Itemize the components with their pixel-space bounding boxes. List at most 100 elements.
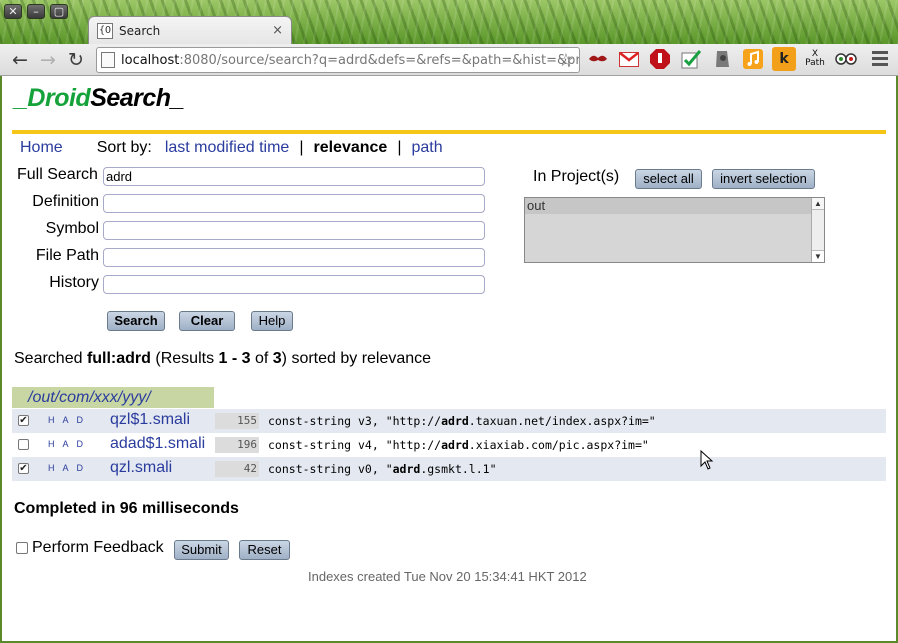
submit-button[interactable]: Submit xyxy=(174,540,229,560)
url-rest: :8080/source/search?q=adrd&defs=&refs=&p… xyxy=(179,52,580,68)
summary-range: 1 - 3 xyxy=(218,350,251,367)
result-file-link[interactable]: qzl$1.smali xyxy=(110,411,190,429)
bookmark-star-icon[interactable]: ☆ xyxy=(558,50,574,71)
result-checkbox[interactable]: ✔ xyxy=(18,415,29,426)
result-history-annotate-download-links[interactable]: H A D xyxy=(48,439,86,449)
invert-selection-button[interactable]: invert selection xyxy=(712,169,815,189)
results-directory-header[interactable]: /out/com/xxx/yyy/ xyxy=(12,387,214,408)
itunes-icon[interactable] xyxy=(741,47,765,71)
tab-close-icon[interactable]: × xyxy=(272,23,283,38)
in-projects-label: In Project(s) xyxy=(533,168,620,185)
symbol-label: Symbol xyxy=(45,220,99,237)
result-code-snippet[interactable]: const-string v4, "http://adrd.xiaxiab.co… xyxy=(268,438,649,452)
code-match: adrd xyxy=(392,462,421,476)
maximize-window-button[interactable]: ▢ xyxy=(50,4,68,19)
sort-last-modified-link[interactable]: last modified time xyxy=(165,139,290,157)
reset-button[interactable]: Reset xyxy=(239,540,290,560)
page-viewport: _DroidSearch_ Home Sort by: last modifie… xyxy=(2,76,896,641)
code-before: const-string v4, "http:// xyxy=(268,438,442,452)
select-all-button[interactable]: select all xyxy=(635,169,702,189)
result-file-link[interactable]: qzl.smali xyxy=(110,459,172,477)
nav-bar: Home Sort by: last modified time | relev… xyxy=(20,139,443,157)
history-input[interactable] xyxy=(103,275,485,294)
droidsearch-logo[interactable]: _DroidSearch_ xyxy=(14,84,185,113)
logo-droid: Droid xyxy=(27,84,91,112)
result-code-snippet[interactable]: const-string v3, "http://adrd.taxuan.net… xyxy=(268,414,656,428)
results-summary: Searched full:adrd (Results 1 - 3 of 3) … xyxy=(14,350,431,368)
logo-prefix: _ xyxy=(14,84,28,112)
url-host: localhost xyxy=(121,52,180,68)
history-label: History xyxy=(49,274,99,291)
url-text: localhost:8080/source/search?q=adrd&defs… xyxy=(121,52,580,68)
code-match: adrd xyxy=(441,414,469,428)
project-list[interactable]: out ▲ ▼ xyxy=(524,197,825,263)
search-button[interactable]: Search xyxy=(107,311,165,331)
perform-feedback-checkbox[interactable] xyxy=(16,542,28,554)
code-after: .taxuan.net/index.aspx?im=" xyxy=(468,414,656,428)
code-after: .xiaxiab.com/pic.aspx?im=" xyxy=(468,438,649,452)
adblock-icon[interactable] xyxy=(648,47,672,71)
browser-tab[interactable]: {O Search × xyxy=(88,16,292,44)
help-button[interactable]: Help xyxy=(251,311,293,331)
sort-relevance-current: relevance xyxy=(313,139,388,156)
summary-prefix: Searched xyxy=(14,350,87,367)
logo-search: Search xyxy=(90,84,171,112)
close-window-button[interactable]: ✕ xyxy=(4,4,22,19)
code-before: const-string v0, " xyxy=(268,462,393,476)
perform-feedback-label: Perform Feedback xyxy=(32,539,164,556)
project-option[interactable]: out xyxy=(525,198,811,214)
result-line-number[interactable]: 155 xyxy=(215,413,259,429)
xpath-icon[interactable]: X Path xyxy=(803,47,827,71)
mustache-icon[interactable] xyxy=(586,47,610,71)
reload-icon[interactable]: ↻ xyxy=(64,48,88,72)
code-match: adrd xyxy=(441,438,469,452)
home-link[interactable]: Home xyxy=(20,139,63,157)
definition-label: Definition xyxy=(32,193,99,210)
page-icon xyxy=(101,52,115,68)
project-list-scrollbar[interactable]: ▲ ▼ xyxy=(811,198,824,262)
sort-by-label: Sort by: xyxy=(96,139,152,156)
summary-suffix: ) sorted by relevance xyxy=(281,350,432,367)
sort-path-link[interactable]: path xyxy=(411,139,442,157)
result-row: H A D adad$1.smali 196 const-string v4, … xyxy=(12,433,886,457)
file-path-label: File Path xyxy=(35,247,99,264)
k-icon[interactable]: k xyxy=(772,47,796,71)
gmail-icon[interactable] xyxy=(617,47,641,71)
browser-toolbar: ← → ↻ localhost:8080/source/search?q=adr… xyxy=(0,44,898,76)
browser-menu-icon[interactable] xyxy=(872,51,888,69)
mouse-cursor-icon xyxy=(700,450,714,470)
definition-input[interactable] xyxy=(103,194,485,213)
address-bar[interactable]: localhost:8080/source/search?q=adrd&defs… xyxy=(96,47,580,73)
completion-time-text: Completed in 96 milliseconds xyxy=(14,500,239,517)
symbol-input[interactable] xyxy=(103,221,485,240)
tab-favicon-icon: {O xyxy=(97,22,113,39)
result-checkbox[interactable] xyxy=(18,439,29,450)
result-file-link[interactable]: adad$1.smali xyxy=(110,435,205,453)
owl-icon[interactable] xyxy=(834,47,858,71)
extension-icons: k X Path xyxy=(586,47,858,71)
clear-button[interactable]: Clear xyxy=(179,311,235,331)
full-search-input[interactable] xyxy=(103,167,485,186)
result-history-annotate-download-links[interactable]: H A D xyxy=(48,463,86,473)
file-path-input[interactable] xyxy=(103,248,485,267)
forward-arrow-icon[interactable]: → xyxy=(36,48,60,72)
nav-separator: | xyxy=(299,139,304,156)
minimize-window-button[interactable]: – xyxy=(27,4,45,19)
result-row: ✔ H A D qzl$1.smali 155 const-string v3,… xyxy=(12,409,886,433)
result-history-annotate-download-links[interactable]: H A D xyxy=(48,415,86,425)
back-arrow-icon[interactable]: ← xyxy=(8,48,32,72)
summary-total: 3 xyxy=(272,350,282,367)
checkmark-icon[interactable] xyxy=(679,47,703,71)
header-divider xyxy=(12,130,886,134)
summary-of: of xyxy=(250,350,273,367)
scroll-up-icon[interactable]: ▲ xyxy=(812,198,824,210)
result-line-number[interactable]: 42 xyxy=(215,461,259,477)
scroll-down-icon[interactable]: ▼ xyxy=(812,250,824,262)
nav-separator: | xyxy=(397,139,402,156)
evernote-icon[interactable] xyxy=(710,47,734,71)
result-checkbox[interactable]: ✔ xyxy=(18,463,29,474)
result-code-snippet[interactable]: const-string v0, "adrd.gsmkt.l.1" xyxy=(268,462,497,476)
index-created-info: Indexes created Tue Nov 20 15:34:41 HKT … xyxy=(308,569,587,584)
full-search-label: Full Search xyxy=(17,166,98,183)
result-line-number[interactable]: 196 xyxy=(215,437,259,453)
